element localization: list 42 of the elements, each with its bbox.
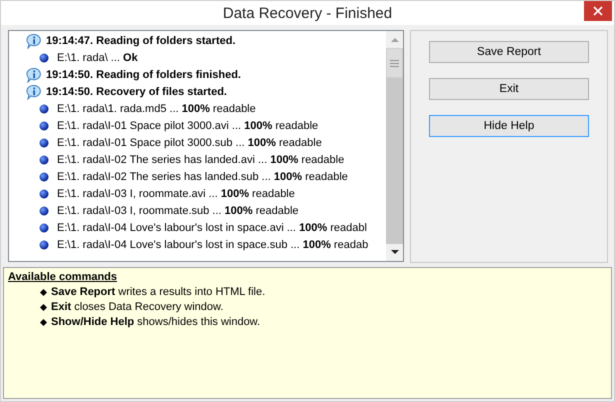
log-entry: E:\1. rada\I-01 Space pilot 3000.sub ... 100% readable [57, 136, 322, 148]
info-icon [26, 32, 42, 48]
bullet-icon [39, 222, 49, 232]
command-button[interactable]: Exit [429, 78, 589, 100]
help-heading: Available commands [8, 270, 118, 285]
bullet-icon [39, 206, 49, 216]
help-text: Save Report writes a results into HTML file. [51, 285, 266, 300]
bullet-icon [39, 138, 49, 148]
log-entry: E:\1. rada\ ... Ok [57, 52, 138, 64]
info-icon [26, 84, 42, 100]
scroll-thumb[interactable] [386, 48, 403, 78]
log-entry: E:\1. rada\1. rada.md5 ... 100% readable [57, 102, 256, 114]
bullet-icon [39, 240, 49, 250]
window-title: Data Recovery - Finished [222, 4, 392, 22]
close-icon [593, 6, 603, 16]
bullet-icon [39, 172, 49, 182]
help-text: Exit closes Data Recovery window. [51, 300, 224, 315]
scroll-up-icon [390, 37, 398, 42]
command-button[interactable]: Hide Help [429, 115, 589, 137]
help-text: Show/Hide Help shows/hides this window. [51, 315, 260, 330]
log-entry: E:\1. rada\I-04 Love's labour's lost in space.avi ... 100% readabl [57, 222, 367, 234]
log-entry: E:\1. rada\I-02 The series has landed.sub ... 100% readable [57, 170, 348, 182]
log-entry: E:\1. rada\I-03 I, roommate.avi ... 100% readable [57, 188, 295, 200]
diamond-icon [40, 319, 47, 326]
bullet-icon [39, 52, 49, 62]
log-entry: 19:14:47. Reading of folders started. [46, 34, 236, 46]
bullet-icon [39, 120, 49, 130]
log-entry: 19:14:50. Reading of folders finished. [46, 68, 241, 80]
info-icon [26, 66, 42, 82]
close-button[interactable] [584, 1, 612, 21]
diamond-icon [40, 304, 47, 311]
bullet-icon [39, 188, 49, 198]
bullet-icon [39, 104, 49, 114]
diamond-icon [40, 289, 47, 296]
command-button[interactable]: Save Report [429, 41, 589, 63]
log-entry: E:\1. rada\I-02 The series has landed.avi ... 100% readable [57, 154, 344, 166]
log-entry: E:\1. rada\I-04 Love's labour's lost in space.sub ... 100% readab [57, 238, 368, 250]
log-entry: 19:14:50. Recovery of files started. [46, 86, 227, 98]
bullet-icon [39, 154, 49, 164]
scroll-down-icon [390, 250, 398, 255]
log-entry: E:\1. rada\I-03 I, roommate.sub ... 100% readable [57, 204, 299, 216]
log-entry: E:\1. rada\I-01 Space pilot 3000.avi ... 100% readable [57, 120, 318, 132]
